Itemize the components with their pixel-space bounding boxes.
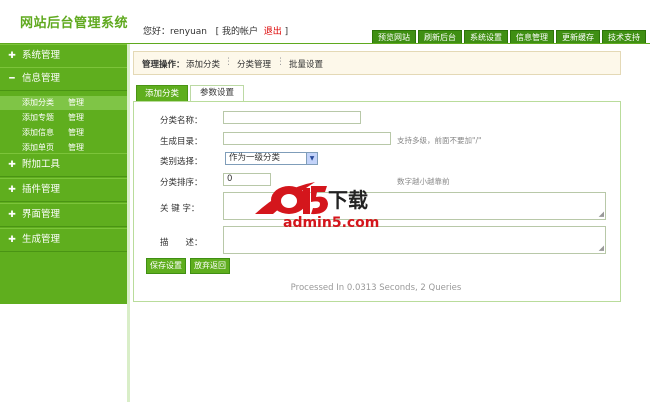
opbar-category-manage[interactable]: 分类管理 [237, 58, 271, 70]
directory-label: 生成目录： [160, 137, 203, 147]
watermark-url: admin5.com [283, 215, 380, 231]
sidebar-item-add-topic: 添加专题 管理 [0, 111, 127, 125]
minus-icon: ━ [9, 74, 15, 84]
type-label: 类别选择： [160, 157, 203, 167]
plus-icon: ✚ [8, 210, 16, 220]
sidebar-item-label[interactable]: 添加单页 [22, 141, 54, 155]
sidebar-section-label: 界面管理 [22, 209, 61, 220]
nav-system-settings[interactable]: 系统设置 [464, 30, 508, 44]
logout-link[interactable]: 退出 [264, 27, 282, 37]
sidebar-section-label: 信息管理 [22, 73, 61, 84]
nav-refresh[interactable]: 刷新后台 [418, 30, 462, 44]
watermark-download-text: 下载 [328, 188, 368, 212]
sidebar-section-label: 生成管理 [22, 234, 61, 245]
sidebar-section-generate[interactable]: ✚ 生成管理 [0, 228, 127, 252]
chevron-down-icon: ▼ [306, 153, 317, 164]
user-greeting: 您好：renyuan [ 我的帐户 退出 ] [143, 24, 288, 37]
nav-tech-support[interactable]: 技术支持 [602, 30, 646, 44]
opbar-add-category[interactable]: 添加分类 [186, 58, 220, 70]
sidebar-section-system[interactable]: ✚ 系统管理 [0, 44, 127, 68]
opbar-separator: ⋮ [224, 57, 233, 67]
sidebar-subitems: 添加分类 管理 添加专题 管理 添加信息 管理 添加单页 管理 [0, 96, 127, 158]
watermark-logo: 下载 admin5.com [253, 178, 398, 233]
plus-icon: ✚ [8, 235, 16, 245]
sidebar-item-add-info: 添加信息 管理 [0, 126, 127, 140]
sidebar-section-interface[interactable]: ✚ 界面管理 [0, 203, 127, 227]
sidebar-item-manage[interactable]: 管理 [68, 96, 84, 110]
sidebar-item-add-category: 添加分类 管理 [0, 96, 127, 110]
nav-preview-site[interactable]: 预览网站 [372, 30, 416, 44]
save-button[interactable]: 保存设置 [146, 258, 186, 274]
resize-handle-icon[interactable]: ◢ [599, 245, 604, 252]
cancel-back-button[interactable]: 放弃返回 [190, 258, 230, 274]
bracket-close: ] [284, 27, 289, 37]
sidebar-item-manage[interactable]: 管理 [68, 111, 84, 125]
opbar-title: 管理操作： [142, 60, 185, 70]
sidebar-section-info[interactable]: ━ 信息管理 [0, 67, 127, 91]
keywords-label: 关 键 字： [160, 204, 200, 214]
site-title: 网站后台管理系统 [20, 16, 129, 31]
directory-input[interactable] [223, 132, 391, 145]
directory-hint: 支持多级，前面不要加"/" [397, 136, 482, 145]
a5-logo-icon [255, 182, 328, 215]
nav-info-management[interactable]: 信息管理 [510, 30, 554, 44]
tab-parameter-settings[interactable]: 参数设置 [190, 85, 244, 101]
sidebar-section-label: 系统管理 [22, 50, 61, 61]
greeting-text: 您好：renyuan [143, 27, 207, 37]
description-label: 描 述： [160, 238, 203, 248]
category-type-value: 作为一级分类 [229, 153, 281, 163]
my-account-link[interactable]: [ 我的帐户 [216, 27, 258, 37]
sidebar-item-add-page: 添加单页 管理 [0, 141, 127, 155]
plus-icon: ✚ [8, 51, 16, 61]
sidebar-item-manage[interactable]: 管理 [68, 141, 84, 155]
processing-info: Processed In 0.0313 Seconds, 2 Queries [290, 283, 462, 293]
category-name-input[interactable] [223, 111, 361, 124]
sort-hint: 数字越小越靠前 [397, 177, 450, 186]
sidebar-item-label[interactable]: 添加专题 [22, 111, 54, 125]
sidebar-section-plugins[interactable]: ✚ 插件管理 [0, 178, 127, 202]
sidebar-item-manage[interactable]: 管理 [68, 126, 84, 140]
operation-bar: 管理操作： 添加分类 ⋮ 分类管理 ⋮ 批量设置 [133, 51, 621, 75]
category-name-label: 分类名称： [160, 116, 203, 126]
sidebar-divider [127, 44, 130, 402]
opbar-separator: ⋮ [276, 57, 285, 67]
opbar-batch-settings[interactable]: 批量设置 [289, 58, 323, 70]
sidebar-item-label[interactable]: 添加分类 [22, 96, 54, 110]
tab-add-category[interactable]: 添加分类 [136, 85, 188, 102]
top-nav: 预览网站 刷新后台 系统设置 信息管理 更新缓存 技术支持 [370, 30, 646, 44]
category-type-select[interactable]: 作为一级分类 ▼ [225, 152, 318, 165]
resize-handle-icon[interactable]: ◢ [599, 211, 604, 218]
sidebar-section-label: 插件管理 [22, 184, 61, 195]
sidebar: ✚ 系统管理 ━ 信息管理 ✚ 附加工具 ✚ 插件管理 ✚ 界面管理 ✚ 生成管… [0, 44, 127, 304]
plus-icon: ✚ [8, 185, 16, 195]
sidebar-item-label[interactable]: 添加信息 [22, 126, 54, 140]
nav-update-cache[interactable]: 更新缓存 [556, 30, 600, 44]
sort-label: 分类排序： [160, 178, 203, 188]
